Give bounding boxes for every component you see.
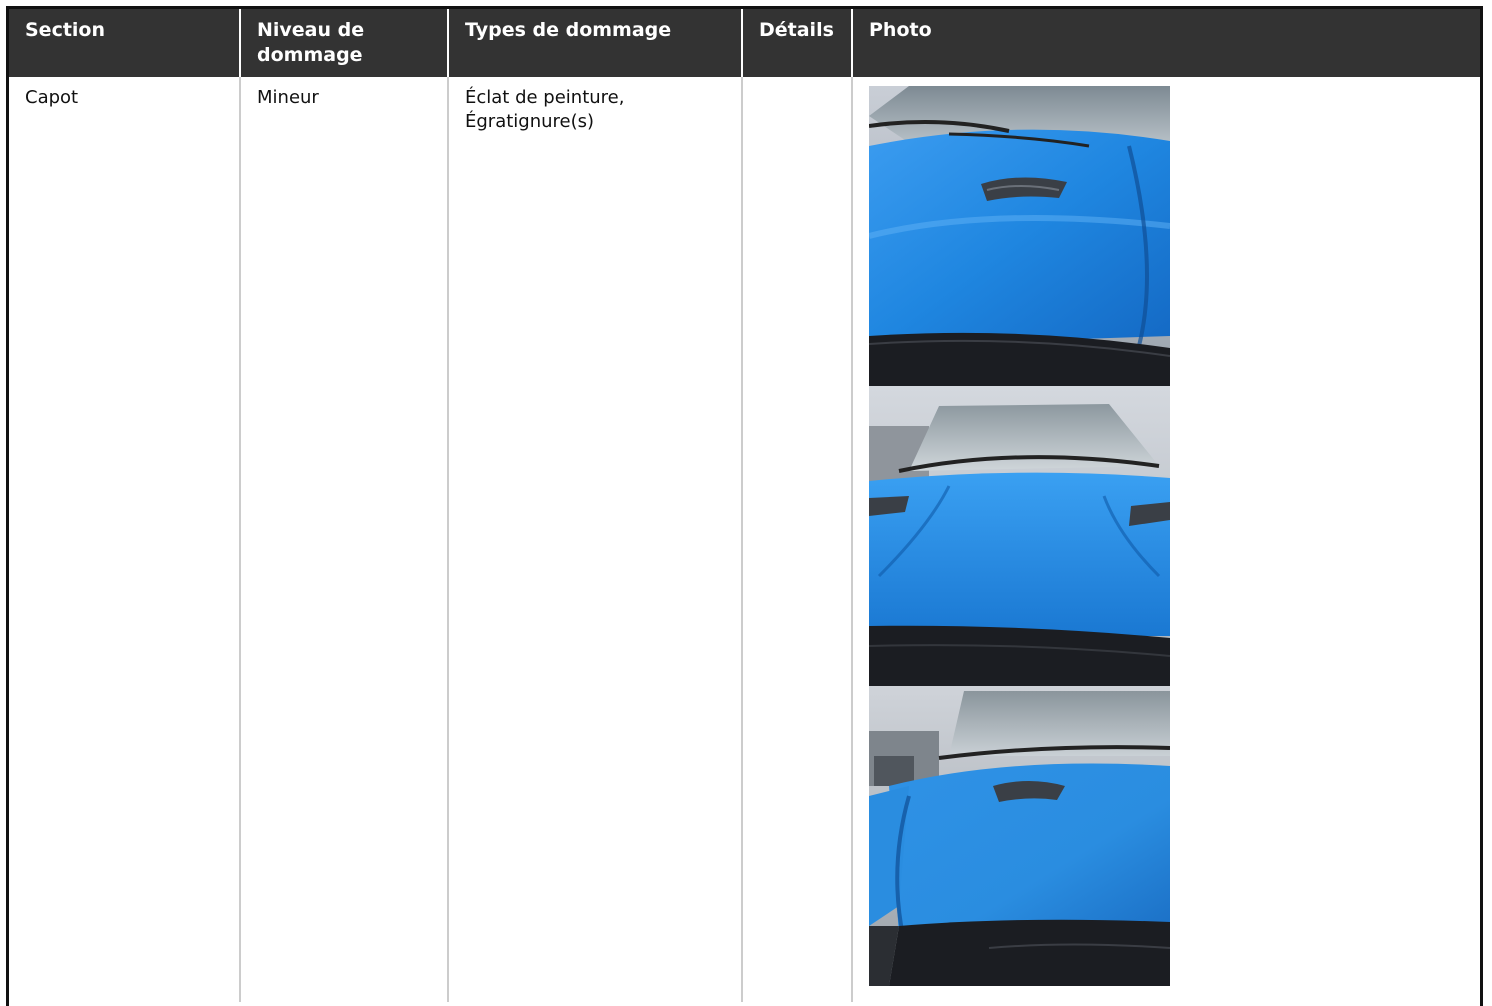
table-row: Capot Mineur Éclat de peinture, Égratign… (9, 77, 1480, 1002)
column-header-damage-types: Types de dommage (448, 9, 743, 77)
damage-photo-3[interactable] (869, 686, 1170, 986)
cell-damage-level: Mineur (240, 77, 449, 1002)
cell-photos (852, 77, 1480, 1002)
column-header-damage-level: Niveau de dommage (240, 9, 449, 77)
column-header-details: Détails (742, 9, 853, 77)
cell-section: Capot (9, 77, 241, 1002)
damage-table: Section Niveau de dommage Types de domma… (9, 9, 1480, 1002)
damage-photo-1[interactable] (869, 86, 1170, 386)
cell-damage-types: Éclat de peinture, Égratignure(s) (448, 77, 743, 1002)
cell-details (742, 77, 853, 1002)
damage-photo-2[interactable] (869, 386, 1170, 686)
table-header-row: Section Niveau de dommage Types de domma… (9, 9, 1480, 77)
column-header-photo: Photo (852, 9, 1480, 77)
column-header-section: Section (9, 9, 241, 77)
